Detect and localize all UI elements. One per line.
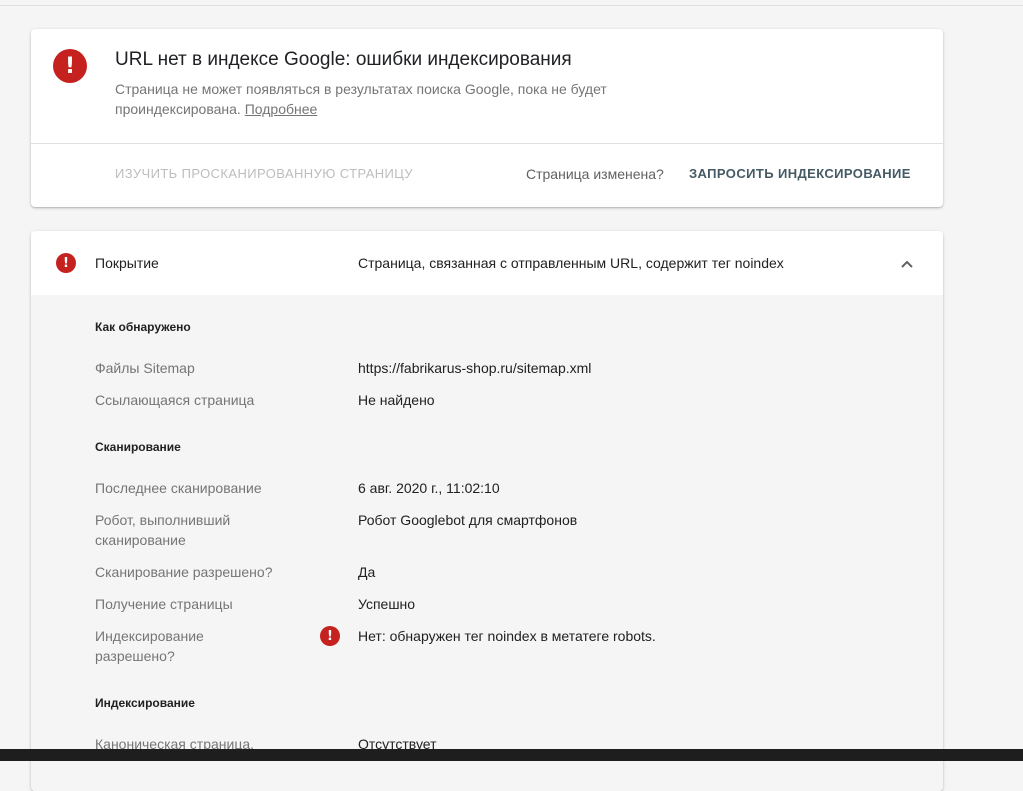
- detail-label: Файлы Sitemap: [95, 360, 195, 376]
- taskbar-strip: [0, 749, 1023, 761]
- detail-label: Получение страницы: [95, 596, 233, 612]
- coverage-header[interactable]: ! Покрытие Страница, связанная с отправл…: [31, 231, 943, 295]
- coverage-value: Страница, связанная с отправленным URL, …: [358, 255, 784, 271]
- coverage-details: Как обнаружено Файлы Sitemap https://fab…: [31, 295, 943, 791]
- chevron-up-icon[interactable]: [898, 255, 916, 273]
- detail-value: https://fabrikarus-shop.ru/sitemap.xml: [358, 360, 592, 376]
- section-heading-discovery: Как обнаружено: [95, 320, 191, 334]
- detail-value: Успешно: [358, 596, 416, 612]
- action-row: ИЗУЧИТЬ ПРОСКАНИРОВАННУЮ СТРАНИЦУ Страни…: [31, 144, 943, 207]
- coverage-label: Покрытие: [95, 255, 159, 271]
- request-indexing-button[interactable]: ЗАПРОСИТЬ ИНДЕКСИРОВАНИЕ: [689, 166, 911, 181]
- detail-label: Робот, выполнивший сканирование: [95, 512, 231, 548]
- detail-value: Нет: обнаружен тег noindex в метатеге ro…: [358, 628, 656, 644]
- section-heading-indexing: Индексирование: [95, 696, 195, 710]
- status-description-text: Страница не может появляться в результат…: [115, 81, 607, 117]
- error-icon: !: [56, 253, 76, 273]
- page-changed-label: Страница изменена?: [526, 166, 664, 182]
- inspect-crawled-page-button[interactable]: ИЗУЧИТЬ ПРОСКАНИРОВАННУЮ СТРАНИЦУ: [115, 166, 413, 181]
- detail-label: Сканирование разрешено?: [95, 564, 273, 580]
- status-title: URL нет в индексе Google: ошибки индекси…: [115, 49, 572, 70]
- detail-value: 6 авг. 2020 г., 11:02:10: [358, 480, 500, 496]
- detail-value: Робот Googlebot для смартфонов: [358, 512, 578, 528]
- index-status-card: ! URL нет в индексе Google: ошибки индек…: [31, 29, 943, 207]
- top-divider: [0, 5, 1023, 6]
- coverage-card: ! Покрытие Страница, связанная с отправл…: [31, 231, 943, 791]
- section-heading-crawl: Сканирование: [95, 440, 181, 454]
- status-description: Страница не может появляться в результат…: [115, 79, 675, 119]
- error-icon: !: [53, 49, 87, 83]
- detail-value: Да: [358, 564, 376, 580]
- detail-label: Ссылающаяся страница: [95, 392, 255, 408]
- learn-more-link[interactable]: Подробнее: [245, 101, 318, 117]
- detail-label: Последнее сканирование: [95, 480, 262, 496]
- error-icon: !: [320, 626, 340, 646]
- detail-label: Индексирование разрешено?: [95, 628, 204, 664]
- detail-value: Не найдено: [358, 392, 435, 408]
